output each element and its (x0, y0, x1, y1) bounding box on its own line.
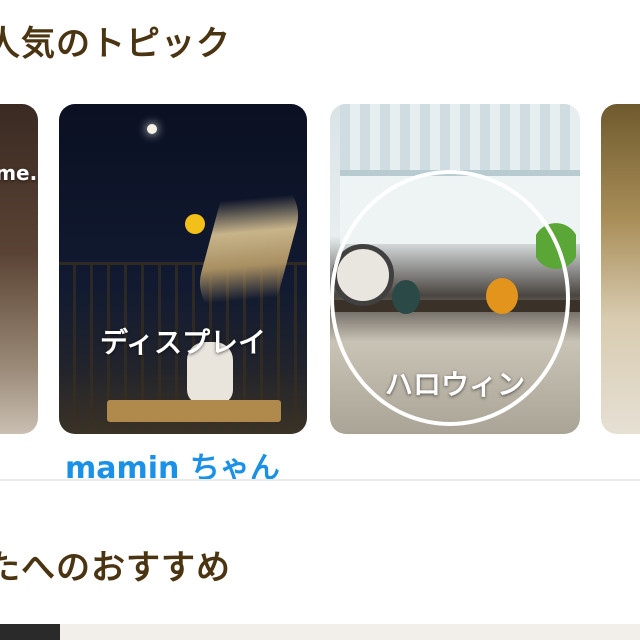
lace-curtain-detail (340, 104, 580, 176)
recommended-title: たへのおすすめ (0, 548, 231, 588)
recommended-content-peek[interactable] (0, 624, 640, 640)
tray-detail (107, 400, 281, 422)
topic-card-label: ..me.. (0, 161, 38, 185)
flower-detail (185, 214, 205, 234)
topic-card-label: ハロウィン (384, 368, 525, 401)
topic-card-display[interactable]: ディスプレイ (59, 104, 307, 434)
topic-card-halloween[interactable]: ハロウィン (330, 104, 580, 434)
topic-card-partial-left[interactable]: ..me.. (0, 104, 38, 434)
section-divider (0, 479, 640, 481)
popular-topics-title: 人気のトピック (0, 24, 231, 64)
topic-card-partial-right[interactable] (601, 104, 640, 434)
moon-image-detail (147, 124, 157, 134)
topic-card-label: ディスプレイ (99, 326, 267, 359)
